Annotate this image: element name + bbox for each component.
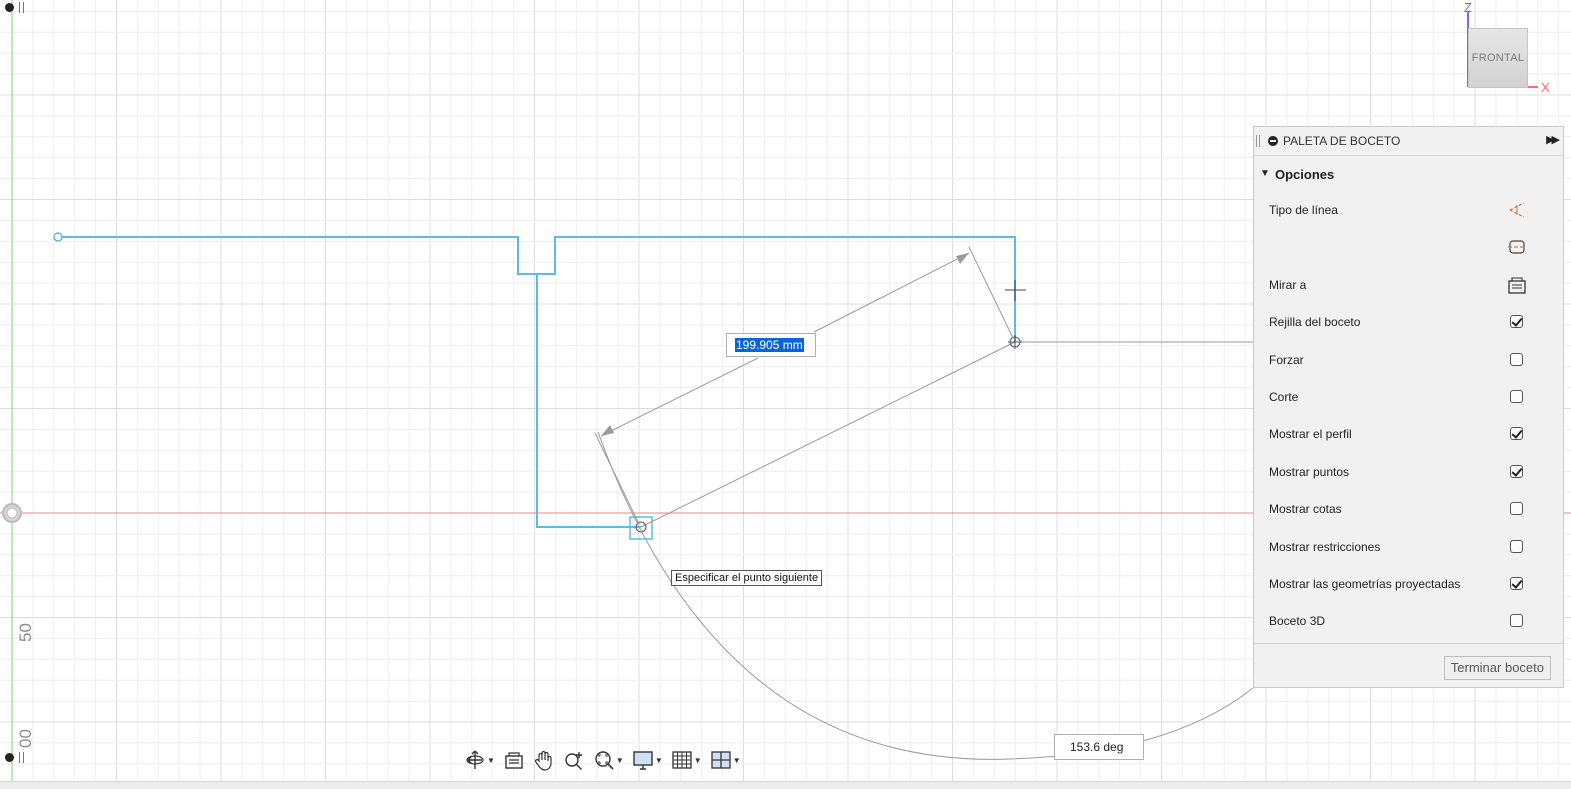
pan-icon (534, 750, 552, 771)
option-checkbox[interactable] (1510, 502, 1523, 516)
option-label: Mostrar el perfil (1269, 427, 1352, 442)
plus-icon (5, 753, 14, 762)
option-label: Mostrar cotas (1269, 502, 1342, 517)
options-section-label: Opciones (1275, 167, 1335, 182)
display-settings-icon (633, 751, 653, 770)
orbit-icon (466, 750, 484, 769)
option-checkbox[interactable] (1510, 464, 1523, 478)
option-label: Rejilla del boceto (1269, 315, 1361, 330)
sketch-start-point[interactable] (53, 232, 63, 242)
pan-button[interactable] (531, 746, 557, 774)
sketch-palette: PALETA DE BOCETO ▶▶ ▼ Opciones Tipo de l… (1253, 126, 1564, 688)
option-row: Forzar (1254, 342, 1563, 379)
palette-title: PALETA DE BOCETO (1283, 134, 1401, 148)
option-label: Corte (1269, 389, 1299, 404)
option-label: Mostrar las geometrías proyectadas (1269, 576, 1461, 591)
option-row: Corte (1254, 379, 1563, 416)
angle-dimension-value[interactable]: 153.6 deg (1070, 740, 1123, 754)
grid-settings-button[interactable]: ▼ (669, 746, 704, 774)
option-label: Boceto 3D (1269, 614, 1326, 629)
option-row: Mostrar cotas (1254, 491, 1563, 528)
option-label: Mostrar restricciones (1269, 539, 1381, 554)
option-label: Mostrar puntos (1269, 464, 1350, 479)
look-at-icon (505, 752, 523, 769)
viewports-button[interactable]: ▼ (708, 746, 743, 774)
cursor-tooltip: Especificar el punto siguiente (671, 570, 823, 586)
option-row: Mostrar el perfil (1254, 416, 1563, 453)
chevron-down-icon: ▼ (615, 755, 624, 765)
option-checkbox[interactable] (1510, 352, 1523, 366)
option-label: Forzar (1269, 352, 1304, 367)
option-row: Boceto 3D (1254, 603, 1563, 640)
option-row: Mirar a (1254, 267, 1563, 304)
top-left-collapse-control[interactable] (0, 0, 30, 16)
option-checkbox[interactable] (1510, 315, 1523, 329)
chevron-down-icon: ▼ (732, 755, 741, 765)
look-at-icon[interactable] (1506, 274, 1528, 296)
fit-zoom-button[interactable]: ▼ (591, 746, 626, 774)
length-dimension-value[interactable]: 199.905 mm (735, 338, 804, 352)
display-settings-button[interactable]: ▼ (630, 746, 665, 774)
grid-settings-icon (672, 751, 692, 769)
angle-dimension-input[interactable]: 153.6 deg (1054, 734, 1144, 760)
dimension-line-upper (813, 252, 970, 333)
axis-x-label: X (1541, 80, 1550, 95)
option-row: Rejilla del boceto (1254, 304, 1563, 341)
dimension-extension-1 (968, 246, 1014, 339)
viewports-icon (711, 751, 731, 769)
sketch-profile-lower[interactable] (536, 274, 641, 528)
palette-footer: Terminar boceto (1254, 643, 1563, 688)
dimension-arrow-2 (601, 425, 614, 436)
option-row (1254, 229, 1563, 266)
grip-icon (19, 752, 24, 763)
construction-line-icon[interactable] (1506, 199, 1528, 221)
length-dimension-input[interactable]: 199.905 mm (726, 333, 816, 357)
rubber-band-line (640, 341, 1016, 528)
orbit-button[interactable]: ▼ (462, 746, 497, 774)
option-checkbox[interactable] (1510, 539, 1523, 553)
option-row: Mostrar restricciones (1254, 529, 1563, 566)
view-cube[interactable]: FRONTAL Z X (1456, 0, 1566, 100)
drag-handle-icon[interactable] (1256, 135, 1260, 147)
double-chevron-right-icon[interactable]: ▶▶ (1546, 133, 1560, 146)
ruler-label-50: 50 (16, 623, 35, 642)
bottom-left-expand-control[interactable] (0, 750, 30, 766)
chevron-down-icon: ▼ (693, 755, 702, 765)
option-label: Mirar a (1269, 277, 1307, 292)
chevron-down-icon: ▼ (487, 755, 495, 765)
palette-header[interactable]: PALETA DE BOCETO ▶▶ (1254, 127, 1563, 156)
finish-sketch-button[interactable]: Terminar boceto (1443, 656, 1551, 680)
option-row: Mostrar puntos (1254, 454, 1563, 491)
option-checkbox[interactable] (1510, 427, 1523, 441)
grip-icon (19, 2, 24, 13)
dimension-line-lower (600, 357, 759, 437)
option-row: Mostrar las geometrías proyectadas (1254, 566, 1563, 603)
collapse-icon[interactable] (1268, 136, 1278, 146)
option-checkbox[interactable] (1510, 576, 1523, 590)
dimension-extension-2 (594, 432, 640, 525)
fit-zoom-icon (595, 751, 614, 770)
chevron-down-icon: ▼ (654, 755, 663, 765)
option-checkbox[interactable] (1510, 389, 1523, 403)
look-at-button[interactable] (501, 746, 527, 774)
origin-point-inner (6, 507, 18, 519)
options-section-header[interactable]: ▼ Opciones (1254, 156, 1563, 192)
options-list: Tipo de línea Mirar a Rejilla del boceto Fo… (1254, 192, 1563, 641)
axis-z-label: Z (1464, 0, 1472, 15)
option-checkbox[interactable] (1510, 614, 1523, 628)
ruler-label-00: 00 (16, 729, 35, 748)
view-cube-face-front[interactable]: FRONTAL (1468, 28, 1528, 88)
option-label: Tipo de línea (1269, 203, 1338, 217)
zoom-button[interactable] (561, 746, 587, 774)
centerline-icon[interactable] (1506, 236, 1528, 258)
angle-dimension-arc (597, 431, 1254, 760)
zoom-icon (565, 752, 582, 770)
minus-icon (5, 3, 14, 12)
navigation-toolbar: ▼ ▼ ▼ ▼ ▼ (462, 744, 743, 776)
caret-down-icon: ▼ (1260, 168, 1270, 179)
option-row: Tipo de línea (1254, 192, 1563, 229)
